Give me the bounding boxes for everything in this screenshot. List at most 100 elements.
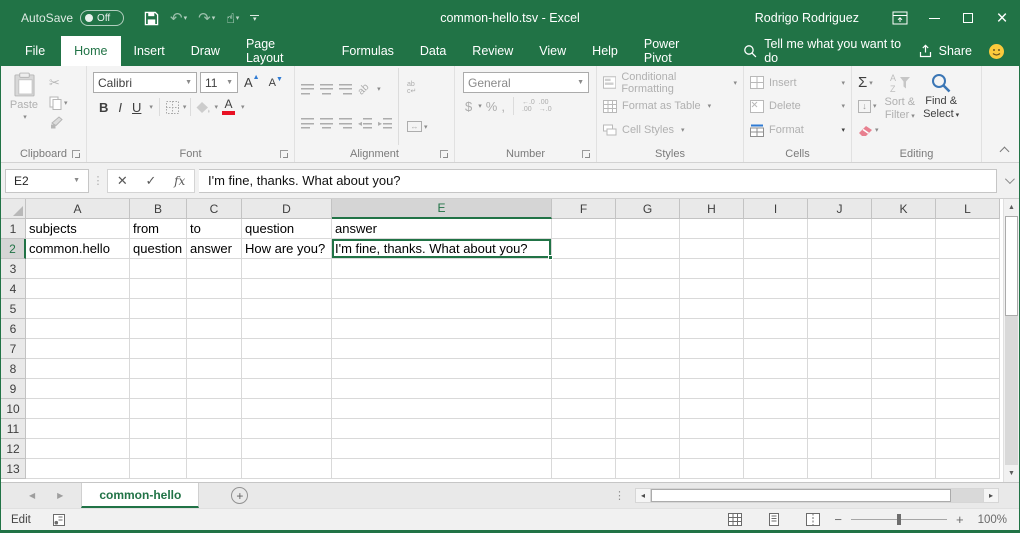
copy-button[interactable]: ▾ — [49, 95, 68, 110]
cell-D9[interactable] — [242, 379, 332, 399]
cell-G9[interactable] — [616, 379, 680, 399]
cell-I5[interactable] — [744, 299, 808, 319]
cell-G8[interactable] — [616, 359, 680, 379]
align-middle-icon[interactable] — [320, 84, 333, 95]
cell-E11[interactable] — [332, 419, 552, 439]
cell-I6[interactable] — [744, 319, 808, 339]
collapse-ribbon-button[interactable] — [1001, 146, 1009, 154]
cell-F4[interactable] — [552, 279, 616, 299]
cell-E4[interactable] — [332, 279, 552, 299]
cell-H11[interactable] — [680, 419, 744, 439]
align-top-icon[interactable] — [301, 84, 314, 95]
column-header-G[interactable]: G — [616, 199, 680, 219]
cell-G5[interactable] — [616, 299, 680, 319]
cell-B8[interactable] — [130, 359, 187, 379]
cell-C4[interactable] — [187, 279, 242, 299]
cell-F10[interactable] — [552, 399, 616, 419]
cell-F12[interactable] — [552, 439, 616, 459]
cell-L3[interactable] — [936, 259, 1000, 279]
cell-I3[interactable] — [744, 259, 808, 279]
row-header-5[interactable]: 5 — [1, 299, 26, 319]
column-header-K[interactable]: K — [872, 199, 936, 219]
find-select-button[interactable]: Find & Select▾ — [919, 68, 963, 145]
cell-J5[interactable] — [808, 299, 872, 319]
cell-K8[interactable] — [872, 359, 936, 379]
cell-A3[interactable] — [26, 259, 130, 279]
cell-D7[interactable] — [242, 339, 332, 359]
tab-home[interactable]: Home — [61, 36, 120, 66]
decrease-decimal-icon[interactable]: .00→.0 — [539, 99, 552, 113]
cell-J4[interactable] — [808, 279, 872, 299]
autosave-toggle[interactable]: AutoSave Off — [21, 10, 124, 26]
cell-C6[interactable] — [187, 319, 242, 339]
insert-cells-button[interactable]: Insert▾ — [750, 74, 845, 92]
undo-button[interactable]: ↶▾ — [166, 5, 191, 31]
cell-D6[interactable] — [242, 319, 332, 339]
cell-B9[interactable] — [130, 379, 187, 399]
cell-L4[interactable] — [936, 279, 1000, 299]
cell-L5[interactable] — [936, 299, 1000, 319]
clear-button[interactable]: ▾ — [858, 122, 879, 139]
tab-power-pivot[interactable]: Power Pivot — [631, 36, 723, 66]
cell-J13[interactable] — [808, 459, 872, 479]
row-header-9[interactable]: 9 — [1, 379, 26, 399]
align-center-icon[interactable] — [320, 118, 333, 129]
cell-J12[interactable] — [808, 439, 872, 459]
sheet-tab-common-hello[interactable]: common-hello — [81, 483, 199, 508]
cell-H2[interactable] — [680, 239, 744, 259]
cell-F11[interactable] — [552, 419, 616, 439]
cell-K4[interactable] — [872, 279, 936, 299]
sort-filter-button[interactable]: AZ Sort & Filter▾ — [881, 68, 920, 145]
cell-B10[interactable] — [130, 399, 187, 419]
cell-L9[interactable] — [936, 379, 1000, 399]
zoom-out-button[interactable]: − — [834, 513, 842, 526]
cell-J3[interactable] — [808, 259, 872, 279]
column-header-B[interactable]: B — [130, 199, 187, 219]
cell-A9[interactable] — [26, 379, 130, 399]
cell-C13[interactable] — [187, 459, 242, 479]
borders-dropdown-arrow[interactable]: ▾ — [183, 103, 187, 111]
tab-file[interactable]: File — [9, 36, 61, 66]
alignment-dialog-launcher[interactable] — [440, 150, 448, 158]
column-header-I[interactable]: I — [744, 199, 808, 219]
format-painter-button[interactable] — [49, 115, 68, 130]
column-header-F[interactable]: F — [552, 199, 616, 219]
decrease-font-size-button[interactable]: A▼ — [266, 77, 286, 89]
cell-styles-button[interactable]: Cell Styles▾ — [603, 121, 737, 139]
cell-K7[interactable] — [872, 339, 936, 359]
cell-K9[interactable] — [872, 379, 936, 399]
accounting-format-button[interactable]: $ — [465, 99, 472, 114]
cell-B5[interactable] — [130, 299, 187, 319]
font-name-select[interactable]: Calibri▼ — [93, 72, 197, 93]
cell-G1[interactable] — [616, 219, 680, 239]
row-header-10[interactable]: 10 — [1, 399, 26, 419]
horizontal-scroll-track[interactable] — [651, 488, 983, 503]
font-size-select[interactable]: 11▼ — [200, 72, 238, 93]
cell-G12[interactable] — [616, 439, 680, 459]
align-bottom-icon[interactable] — [339, 84, 352, 95]
cell-E10[interactable] — [332, 399, 552, 419]
cell-E12[interactable] — [332, 439, 552, 459]
cell-F5[interactable] — [552, 299, 616, 319]
font-color-button[interactable]: A — [220, 99, 237, 115]
font-color-dropdown-arrow[interactable]: ▾ — [241, 103, 245, 111]
increase-decimal-icon[interactable]: ←.0.00 — [522, 99, 535, 113]
cell-A11[interactable] — [26, 419, 130, 439]
cell-K13[interactable] — [872, 459, 936, 479]
cell-B6[interactable] — [130, 319, 187, 339]
macro-record-button[interactable] — [53, 514, 65, 526]
new-sheet-button[interactable]: + — [231, 487, 248, 504]
cell-K10[interactable] — [872, 399, 936, 419]
tab-help[interactable]: Help — [579, 36, 631, 66]
cell-E13[interactable] — [332, 459, 552, 479]
vertical-scroll-track[interactable] — [1005, 316, 1018, 465]
cell-A12[interactable] — [26, 439, 130, 459]
tab-review[interactable]: Review — [459, 36, 526, 66]
cell-C11[interactable] — [187, 419, 242, 439]
cell-E8[interactable] — [332, 359, 552, 379]
increase-indent-icon[interactable]: ▸ — [378, 118, 392, 129]
fill-handle[interactable] — [548, 255, 553, 260]
zoom-slider-handle[interactable] — [897, 514, 901, 525]
cell-J1[interactable] — [808, 219, 872, 239]
cancel-button[interactable]: ✕ — [108, 173, 137, 189]
